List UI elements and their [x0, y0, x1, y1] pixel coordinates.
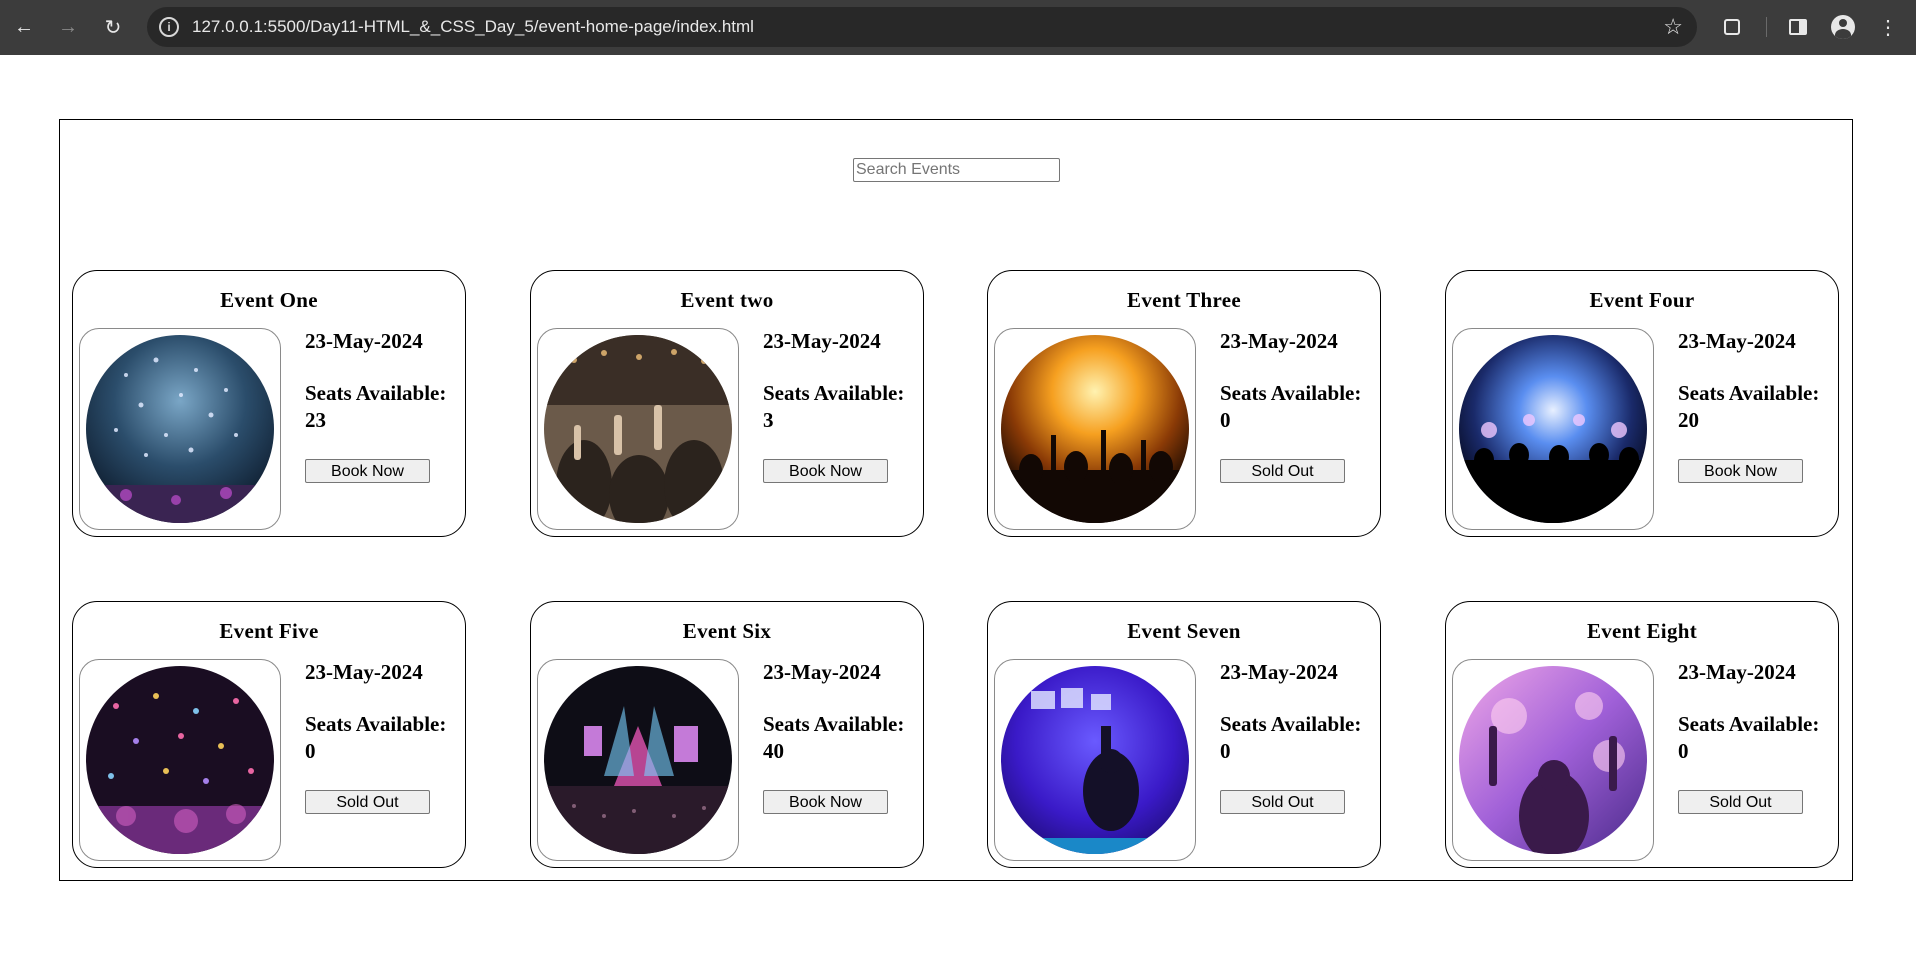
seats-available: Seats Available: 3 [763, 381, 905, 432]
bookmark-star-icon[interactable]: ☆ [1663, 14, 1683, 40]
seats-available: Seats Available: 0 [1678, 712, 1820, 763]
seats-available: Seats Available: 0 [305, 712, 447, 763]
event-date: 23-May-2024 [763, 329, 881, 353]
address-bar-url[interactable]: 127.0.0.1:5500/Day11-HTML_&_CSS_Day_5/ev… [192, 17, 754, 37]
event-card: Event Seven 23-May-2024 Seats Available:… [987, 601, 1381, 868]
event-image [1459, 335, 1647, 523]
event-image [1459, 666, 1647, 854]
seats-available: Seats Available: 0 [1220, 381, 1362, 432]
event-date: 23-May-2024 [305, 660, 423, 684]
event-image [1001, 666, 1189, 854]
event-title: Event Three [1127, 288, 1241, 312]
seats-available: Seats Available: 40 [763, 712, 905, 763]
event-image [86, 335, 274, 523]
side-panel-icon[interactable] [1782, 11, 1814, 43]
sold-out-button[interactable]: Sold Out [1220, 459, 1345, 483]
event-card: Event Three 23-May-2024 Seats Available:… [987, 270, 1381, 537]
event-card: Event two 23-May-2024 Seats Available: 3… [530, 270, 924, 537]
browser-toolbar: ← → ↻ i 127.0.0.1:5500/Day11-HTML_&_CSS_… [0, 0, 1916, 55]
event-image-frame [1452, 659, 1654, 861]
address-bar[interactable]: i 127.0.0.1:5500/Day11-HTML_&_CSS_Day_5/… [147, 7, 1697, 47]
toolbar-divider [1766, 17, 1767, 37]
event-title: Event Eight [1586, 619, 1698, 643]
sold-out-button[interactable]: Sold Out [305, 790, 430, 814]
sold-out-button[interactable]: Sold Out [1678, 790, 1803, 814]
event-image-frame [1452, 328, 1654, 530]
event-title: Event One [220, 288, 318, 312]
event-image-frame [537, 659, 739, 861]
event-card: Event One 23-May-2024 Seats Available: 2… [72, 270, 466, 537]
event-image [544, 335, 732, 523]
back-arrow-icon[interactable]: ← [7, 10, 41, 44]
event-image-frame [79, 328, 281, 530]
book-now-button[interactable]: Book Now [1678, 459, 1803, 483]
event-title: Event Five [219, 619, 319, 643]
event-card: Event Five 23-May-2024 Seats Available: … [72, 601, 466, 868]
event-image-frame [79, 659, 281, 861]
event-date: 23-May-2024 [305, 329, 423, 353]
event-title: Event two [680, 288, 774, 312]
book-now-button[interactable]: Book Now [763, 459, 888, 483]
event-title: Event Seven [1127, 619, 1241, 643]
event-image-frame [537, 328, 739, 530]
event-title: Event Six [682, 619, 772, 643]
event-image [86, 666, 274, 854]
event-date: 23-May-2024 [1678, 329, 1796, 353]
event-image-frame [994, 328, 1196, 530]
book-now-button[interactable]: Book Now [305, 459, 430, 483]
seats-available: Seats Available: 23 [305, 381, 447, 432]
site-info-icon[interactable]: i [159, 17, 179, 37]
seats-available: Seats Available: 0 [1220, 712, 1362, 763]
reload-icon[interactable]: ↻ [96, 10, 130, 44]
event-title: Event Four [1589, 288, 1695, 312]
event-date: 23-May-2024 [1220, 329, 1338, 353]
event-date: 23-May-2024 [763, 660, 881, 684]
event-date: 23-May-2024 [1678, 660, 1796, 684]
event-card: Event Four 23-May-2024 Seats Available: … [1445, 270, 1839, 537]
search-input[interactable] [853, 158, 1060, 182]
event-card: Event Eight 23-May-2024 Seats Available:… [1445, 601, 1839, 868]
seats-available: Seats Available: 20 [1678, 381, 1820, 432]
event-image [544, 666, 732, 854]
extensions-icon[interactable] [1716, 11, 1748, 43]
forward-arrow-icon[interactable]: → [51, 10, 85, 44]
event-date: 23-May-2024 [1220, 660, 1338, 684]
event-image [1001, 335, 1189, 523]
book-now-button[interactable]: Book Now [763, 790, 888, 814]
event-image-frame [994, 659, 1196, 861]
profile-icon[interactable] [1827, 11, 1859, 43]
sold-out-button[interactable]: Sold Out [1220, 790, 1345, 814]
event-card: Event Six 23-May-2024 Seats Available: 4… [530, 601, 924, 868]
menu-kebab-icon[interactable]: ⋮ [1872, 11, 1904, 43]
